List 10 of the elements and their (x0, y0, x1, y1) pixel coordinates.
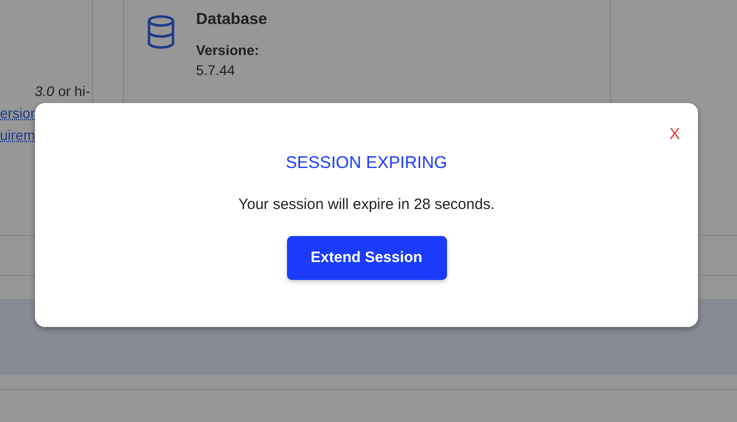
link[interactable]: uirem (0, 124, 36, 146)
dialog-title: SESSION EXPIRING (286, 152, 448, 174)
database-icon (146, 15, 176, 49)
field-value: 5.7.44 (196, 61, 236, 80)
extend-session-button[interactable]: Extend Session (286, 236, 446, 280)
close-button[interactable]: X (669, 123, 680, 147)
dialog-message: Your session will expire in 28 seconds. (238, 194, 495, 214)
card-title: Database (196, 10, 268, 30)
requirement-text: 3.0 or hi- (34, 82, 90, 101)
field-label: Versione: (196, 41, 260, 60)
